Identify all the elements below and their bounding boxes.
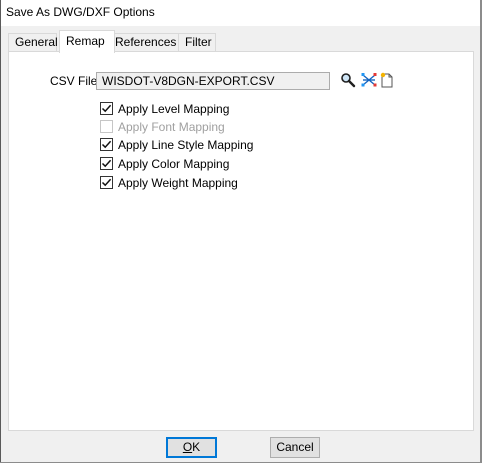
- tab-references-label: References: [115, 35, 177, 49]
- level-mapping-checkbox[interactable]: [100, 102, 113, 115]
- line-style-mapping-checkbox[interactable]: [100, 138, 113, 151]
- color-mapping-checkbox[interactable]: [100, 157, 113, 170]
- ok-label-rest: K: [192, 440, 201, 454]
- browse-search-icon[interactable]: [340, 72, 356, 88]
- new-file-icon[interactable]: [379, 72, 395, 88]
- tab-references[interactable]: References: [108, 33, 180, 52]
- weight-mapping-label: Apply Weight Mapping: [118, 176, 238, 190]
- window-title: Save As DWG/DXF Options: [6, 5, 155, 19]
- title-bar[interactable]: Save As DWG/DXF Options: [1, 0, 480, 26]
- tab-remap[interactable]: Remap: [59, 30, 115, 53]
- weight-mapping-checkbox[interactable]: [100, 176, 113, 189]
- font-mapping-checkbox[interactable]: [100, 120, 113, 133]
- mapping-tool-icon[interactable]: [361, 72, 377, 88]
- csv-file-label: CSV File: [50, 74, 98, 88]
- tab-general[interactable]: General: [8, 33, 58, 52]
- cancel-button[interactable]: Cancel: [270, 437, 320, 458]
- remap-panel: [8, 51, 474, 431]
- tab-general-label: General: [15, 35, 58, 49]
- font-mapping-label: Apply Font Mapping: [118, 120, 225, 134]
- csv-file-field[interactable]: WISDOT-V8DGN-EXPORT.CSV: [96, 72, 330, 90]
- line-style-mapping-label: Apply Line Style Mapping: [118, 138, 254, 152]
- tab-filter[interactable]: Filter: [178, 33, 216, 52]
- cancel-label: Cancel: [276, 440, 314, 454]
- tab-filter-label: Filter: [185, 35, 212, 49]
- tab-remap-label: Remap: [66, 34, 105, 48]
- color-mapping-label: Apply Color Mapping: [118, 157, 230, 171]
- ok-button[interactable]: OK: [166, 437, 217, 458]
- tab-strip: General Remap References Filter: [8, 30, 474, 53]
- level-mapping-label: Apply Level Mapping: [118, 102, 230, 116]
- window-left-border: [0, 0, 1, 463]
- ok-mnemonic: O: [182, 440, 193, 454]
